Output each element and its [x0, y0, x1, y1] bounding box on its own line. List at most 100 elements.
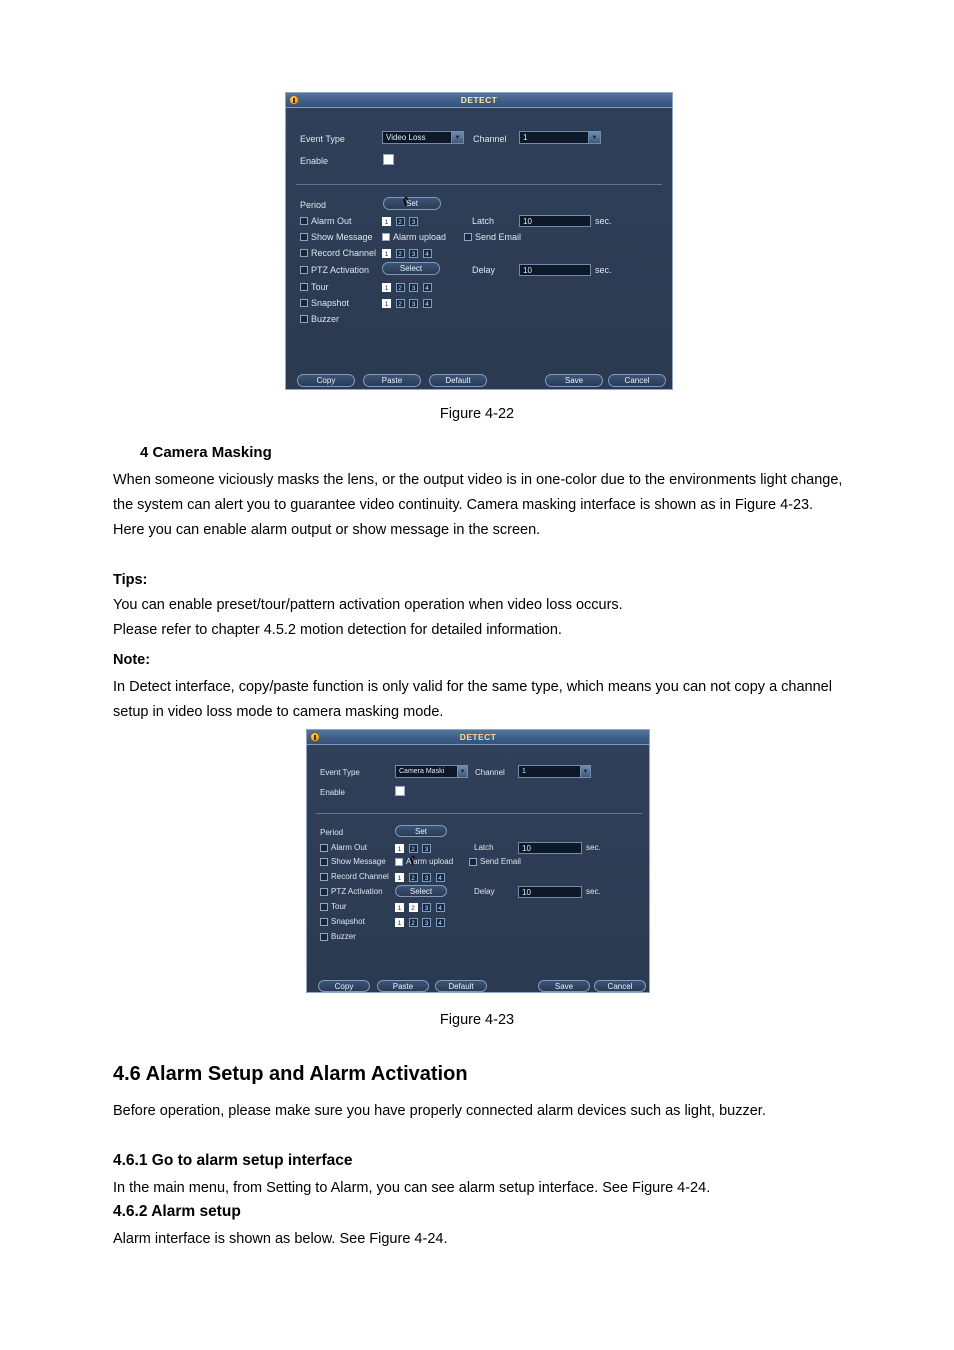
copy-button[interactable]: Copy [318, 980, 370, 992]
ptz-activation-checkbox[interactable] [300, 266, 308, 274]
chevron-down-icon[interactable]: ▼ [580, 766, 590, 777]
record-channel-checkbox[interactable] [300, 249, 308, 257]
alarm-out-label: Alarm Out [311, 216, 352, 226]
snapshot-row: Snapshot [320, 917, 365, 926]
show-message-checkbox[interactable] [300, 233, 308, 241]
period-set-button[interactable]: Set [395, 825, 447, 837]
latch-unit-row: sec. [595, 216, 612, 226]
ptz-activation-checkbox[interactable] [320, 887, 328, 896]
chevron-down-icon[interactable]: ▼ [451, 132, 463, 143]
alarm-out-checkbox[interactable] [300, 217, 308, 225]
snapshot-channel-2[interactable]: 2 [408, 918, 418, 927]
paste-button[interactable]: Paste [377, 980, 429, 992]
save-button[interactable]: Save [538, 980, 590, 992]
tour-channel-1[interactable]: 1 [395, 903, 404, 912]
alarm-out-channel-3[interactable]: 3 [422, 844, 432, 853]
record-channel-2[interactable]: 2 [408, 873, 418, 882]
tour-row: Tour [320, 902, 347, 911]
delay-row: Delay [474, 887, 494, 896]
chevron-down-icon[interactable]: ▼ [457, 766, 467, 777]
buzzer-label: Buzzer [331, 932, 356, 941]
event-type-select[interactable]: Video Loss ▼ [382, 131, 464, 144]
channel-select[interactable]: 1 ▼ [518, 765, 591, 778]
latch-row: Latch [474, 843, 494, 852]
event-type-row: Event Type [300, 134, 345, 144]
alarm-out-channel-group: 1 2 3 [395, 843, 433, 853]
record-channel-2[interactable]: 2 [395, 249, 405, 258]
record-channel-checkbox[interactable] [320, 872, 328, 881]
send-email-checkbox[interactable] [469, 857, 477, 866]
snapshot-channel-2[interactable]: 2 [395, 299, 405, 308]
alarm-out-row: Alarm Out [300, 216, 352, 226]
record-channel-1[interactable]: 1 [395, 873, 404, 882]
paste-button[interactable]: Paste [363, 374, 421, 387]
alarm-out-channel-2[interactable]: 2 [408, 844, 418, 853]
chevron-down-icon[interactable]: ▼ [588, 132, 600, 143]
tour-checkbox[interactable] [300, 283, 308, 291]
snapshot-channel-4[interactable]: 4 [435, 918, 445, 927]
enable-checkbox[interactable] [383, 154, 394, 165]
cancel-button[interactable]: Cancel [608, 374, 666, 387]
tour-channel-3[interactable]: 3 [422, 903, 432, 912]
cancel-button[interactable]: Cancel [594, 980, 646, 992]
show-message-checkbox[interactable] [320, 857, 328, 866]
snapshot-checkbox[interactable] [300, 299, 308, 307]
alarm-out-channel-1[interactable]: 1 [395, 844, 404, 853]
channel-select[interactable]: 1 ▼ [519, 131, 601, 144]
detect-dialog-camera-masking: DETECT Event Type Camera Maski ▼ Channel… [306, 729, 650, 993]
alarm-out-checkbox[interactable] [320, 843, 328, 852]
default-button[interactable]: Default [429, 374, 487, 387]
save-button[interactable]: Save [545, 374, 603, 387]
snapshot-channel-3[interactable]: 3 [409, 299, 419, 308]
period-set-button[interactable]: Set [383, 197, 441, 210]
record-channel-1[interactable]: 1 [382, 249, 391, 258]
default-button[interactable]: Default [435, 980, 487, 992]
snapshot-channel-1[interactable]: 1 [382, 299, 391, 308]
channel-label: Channel [475, 768, 505, 777]
latch-unit: sec. [595, 216, 612, 226]
snapshot-channel-1[interactable]: 1 [395, 918, 404, 927]
record-channel-row: Record Channel [320, 872, 389, 881]
send-email-checkbox[interactable] [464, 233, 472, 241]
tour-channel-4[interactable]: 4 [435, 903, 445, 912]
tour-checkbox[interactable] [320, 902, 328, 911]
snapshot-checkbox[interactable] [320, 917, 328, 926]
record-channel-3[interactable]: 3 [409, 249, 419, 258]
copy-button[interactable]: Copy [297, 374, 355, 387]
window-menu-icon[interactable] [289, 95, 299, 105]
alarm-out-channel-3[interactable]: 3 [409, 217, 419, 226]
alarm-out-channel-2[interactable]: 2 [395, 217, 405, 226]
send-email-row: Send Email [469, 857, 521, 866]
tips-line-2: Please refer to chapter 4.5.2 motion det… [113, 622, 562, 638]
tour-channel-2[interactable]: 2 [395, 283, 405, 292]
alarm-upload-checkbox[interactable] [395, 857, 403, 866]
record-channel-3[interactable]: 3 [422, 873, 432, 882]
record-channel-4[interactable]: 4 [422, 249, 432, 258]
tour-channel-1[interactable]: 1 [382, 283, 391, 292]
alarm-out-channel-1[interactable]: 1 [382, 217, 391, 226]
delay-input[interactable]: 10 [519, 264, 591, 276]
latch-input[interactable]: 10 [518, 842, 582, 854]
event-type-select[interactable]: Camera Maski ▼ [395, 765, 468, 778]
ptz-select-button[interactable]: Select [382, 262, 440, 275]
latch-input[interactable]: 10 [519, 215, 591, 227]
show-message-row: Show Message [320, 857, 386, 866]
buzzer-checkbox[interactable] [320, 932, 328, 941]
buzzer-checkbox[interactable] [300, 315, 308, 323]
tour-channel-2[interactable]: 2 [408, 903, 418, 912]
alarm-upload-label: Alarm upload [393, 232, 447, 242]
tour-channel-4[interactable]: 4 [422, 283, 432, 292]
save-button-label: Save [554, 981, 574, 991]
enable-checkbox[interactable] [395, 786, 405, 796]
latch-value: 10 [523, 216, 532, 226]
tour-channel-3[interactable]: 3 [409, 283, 419, 292]
record-channel-4[interactable]: 4 [435, 873, 445, 882]
latch-label: Latch [472, 216, 495, 226]
ptz-select-button[interactable]: Select [395, 885, 447, 897]
alarm-upload-checkbox[interactable] [382, 233, 390, 241]
delay-input[interactable]: 10 [518, 886, 582, 898]
snapshot-channel-3[interactable]: 3 [422, 918, 432, 927]
dialog-title: DETECT [460, 95, 498, 105]
snapshot-channel-4[interactable]: 4 [422, 299, 432, 308]
window-menu-icon[interactable] [310, 732, 320, 742]
